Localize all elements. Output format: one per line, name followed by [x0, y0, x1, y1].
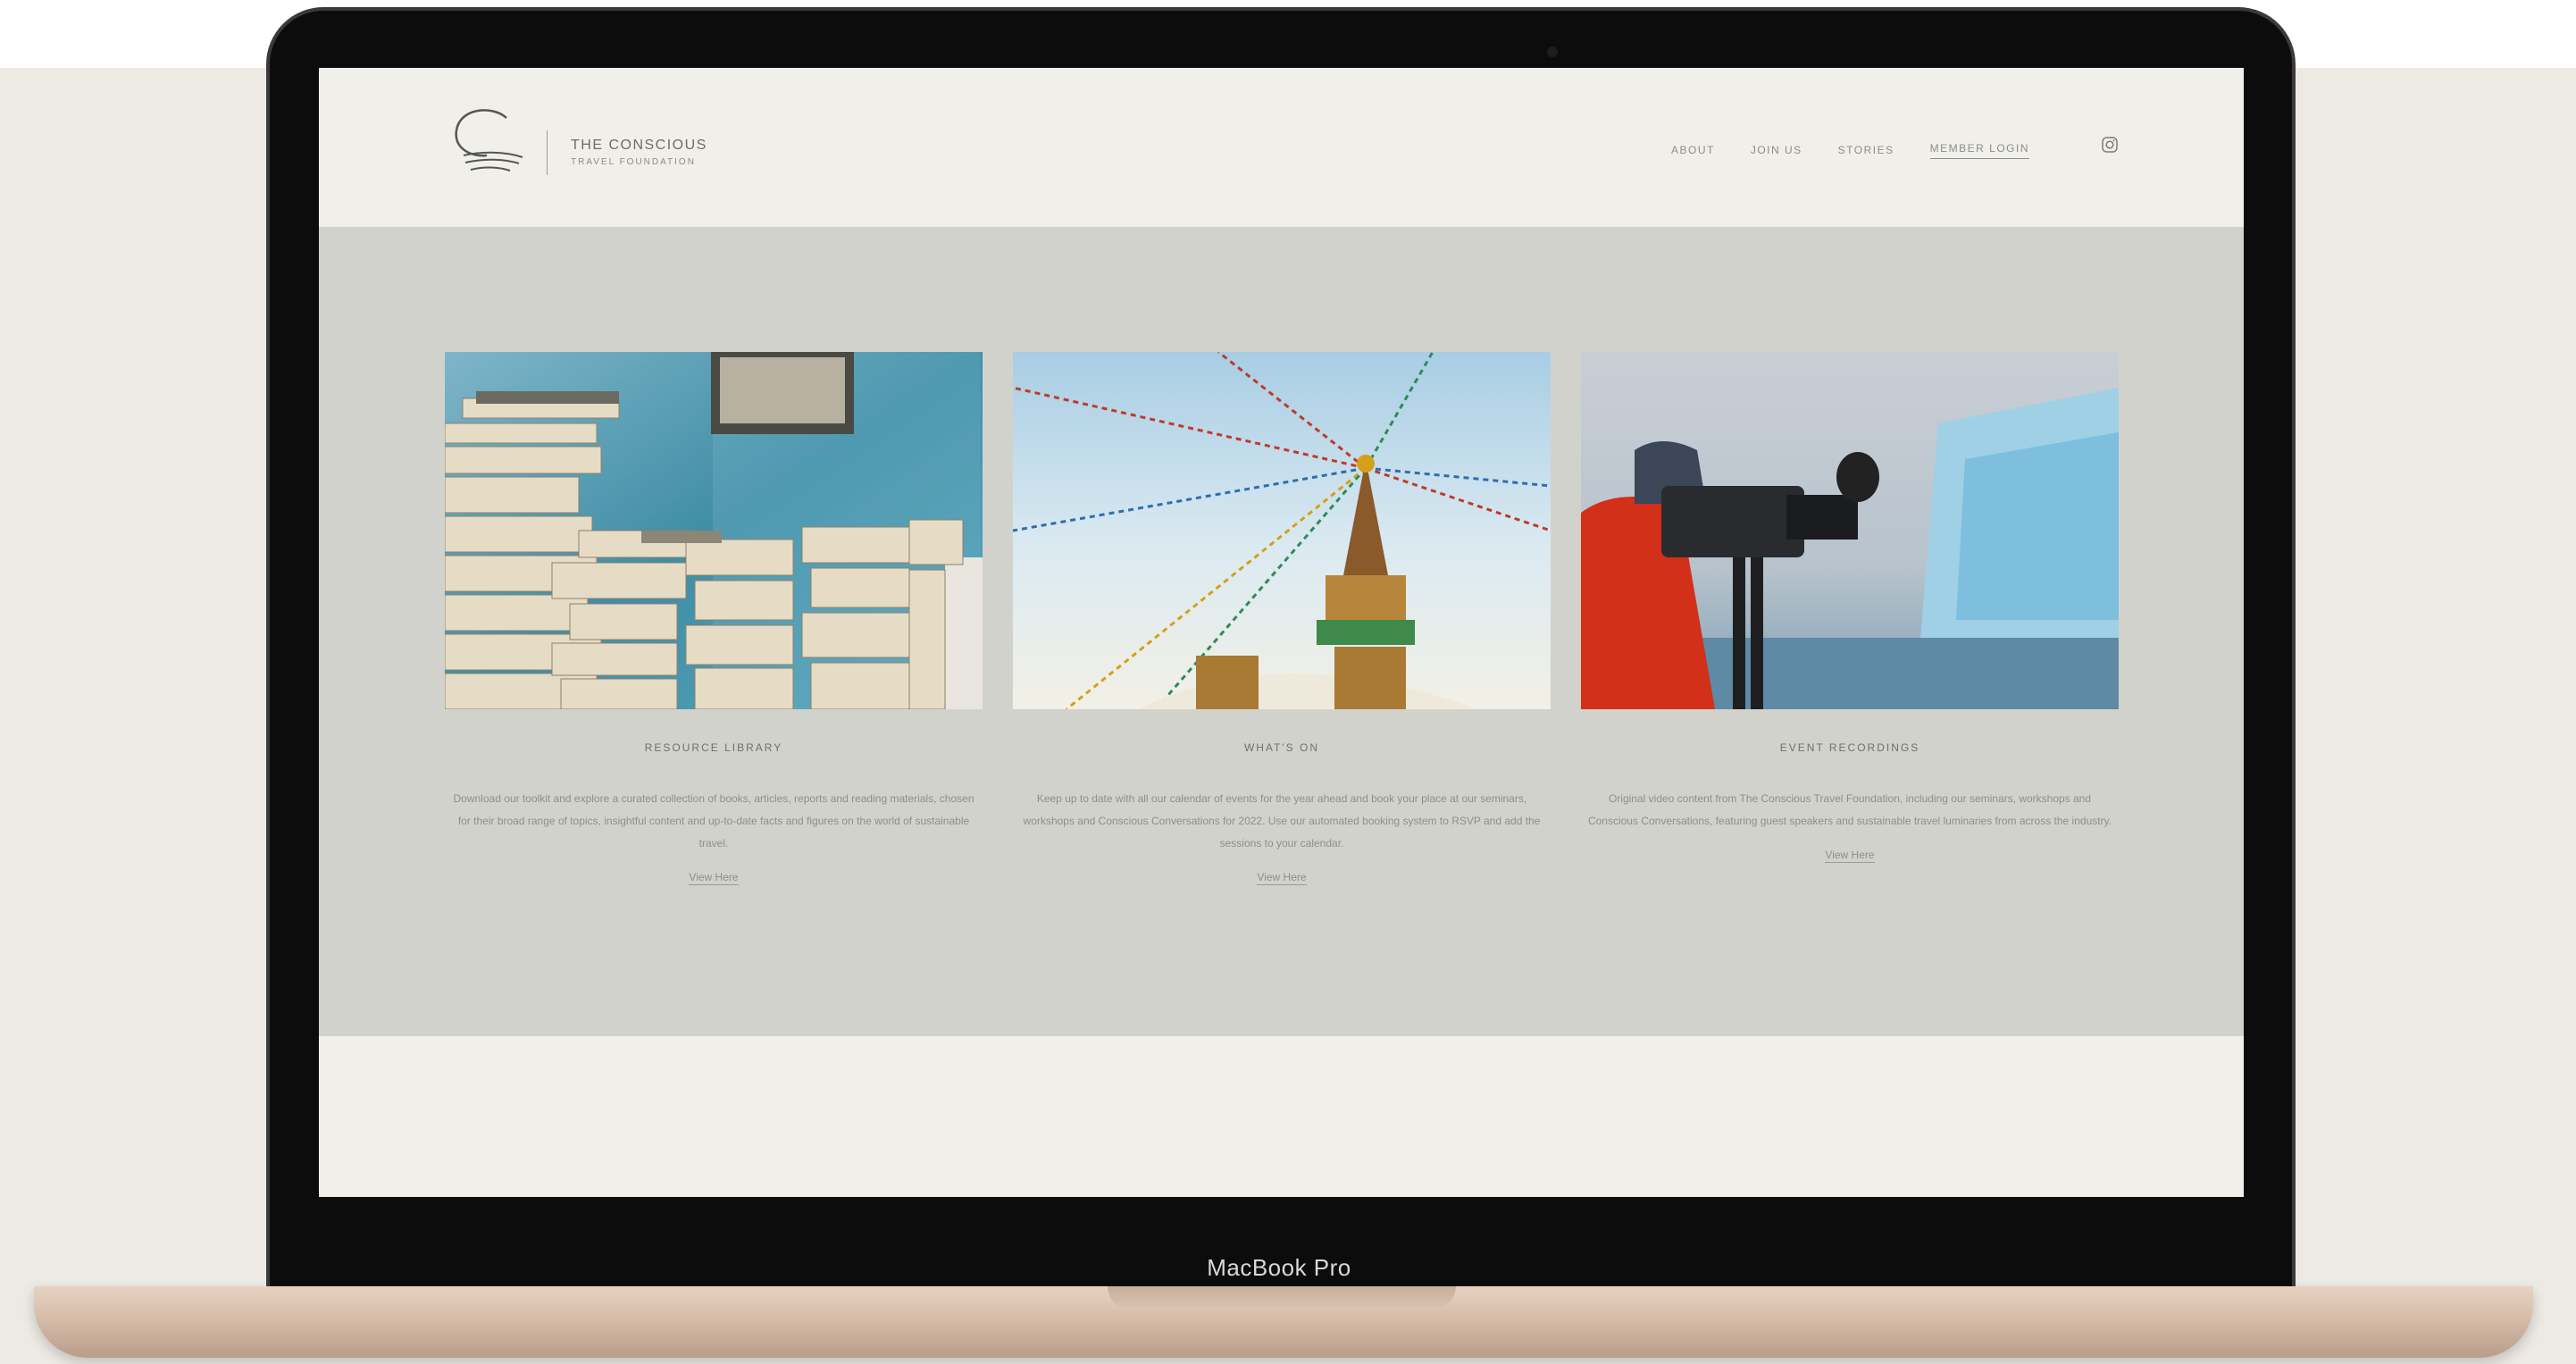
laptop-screen: THE CONSCIOUS TRAVEL FOUNDATION ABOUT JO… [319, 68, 2244, 1197]
view-here-link[interactable]: View Here [689, 871, 739, 885]
instagram-icon[interactable] [2101, 136, 2119, 154]
card-resource-library: RESOURCE LIBRARY Download our toolkit an… [445, 352, 983, 885]
nav-stories[interactable]: STORIES [1838, 144, 1894, 156]
card-title: EVENT RECORDINGS [1779, 741, 1920, 754]
card-title: WHAT'S ON [1243, 741, 1320, 754]
stupa-prayer-flags-photo[interactable] [1013, 352, 1551, 709]
device-label: MacBook Pro [1207, 1254, 1351, 1281]
nav-about[interactable]: ABOUT [1671, 144, 1715, 156]
nav-member-login[interactable]: MEMBER LOGIN [1929, 142, 2029, 159]
logo-icon[interactable] [444, 102, 533, 182]
card-title: RESOURCE LIBRARY [644, 741, 783, 754]
logo-subtitle[interactable]: TRAVEL FOUNDATION [571, 157, 696, 167]
footer-area [319, 1036, 2244, 1197]
card-description: Original video content from The Consciou… [1587, 792, 2112, 827]
camera-icon [1547, 46, 1558, 57]
camera-operator-iceberg-photo[interactable] [1581, 352, 2119, 709]
stacks-of-books-photo[interactable] [445, 352, 983, 709]
nav-join-us[interactable]: JOIN US [1751, 144, 1802, 156]
view-here-link[interactable]: View Here [1257, 871, 1307, 885]
laptop-notch [1108, 1286, 1456, 1310]
resources-section: RESOURCE LIBRARY Download our toolkit an… [319, 227, 2244, 1036]
card-description: Download our toolkit and explore a curat… [453, 792, 974, 849]
main-nav: ABOUT JOIN US STORIES MEMBER LOGIN [1671, 141, 2029, 159]
card-event-recordings: EVENT RECORDINGS Original video content … [1581, 352, 2119, 863]
view-here-link[interactable]: View Here [1825, 849, 1875, 863]
logo-title[interactable]: THE CONSCIOUS [571, 138, 707, 154]
logo-divider [547, 130, 548, 175]
card-description: Keep up to date with all our calendar of… [1023, 792, 1541, 849]
card-whats-on: WHAT'S ON Keep up to date with all our c… [1013, 352, 1551, 885]
site-header: THE CONSCIOUS TRAVEL FOUNDATION ABOUT JO… [319, 68, 2244, 227]
